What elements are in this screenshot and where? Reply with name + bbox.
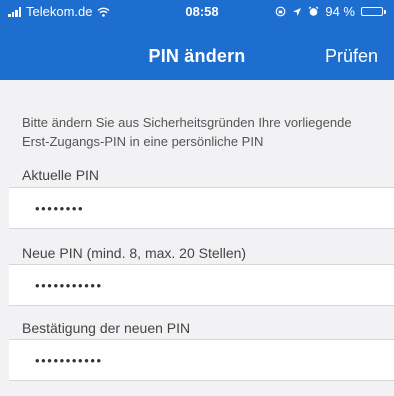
new-pin-field[interactable]: ••••••••••• bbox=[9, 264, 394, 306]
battery-percent: 94 % bbox=[325, 4, 355, 19]
battery-icon bbox=[361, 7, 386, 16]
confirm-pin-label: Bestätigung der neuen PIN bbox=[22, 320, 191, 336]
status-right: 94 % bbox=[275, 4, 386, 19]
confirm-pin-value: ••••••••••• bbox=[35, 353, 103, 368]
app-header: Telekom.de 08:58 94 % PIN ändern Prüfen bbox=[0, 0, 394, 80]
alarm-icon bbox=[308, 6, 319, 17]
confirm-pin-field[interactable]: ••••••••••• bbox=[9, 339, 394, 381]
location-icon bbox=[292, 7, 302, 17]
current-pin-label: Aktuelle PIN bbox=[22, 167, 100, 183]
new-pin-label: Neue PIN (mind. 8, max. 20 Stellen) bbox=[22, 245, 247, 261]
lock-rotation-icon bbox=[275, 6, 286, 17]
check-button[interactable]: Prüfen bbox=[325, 46, 378, 67]
current-pin-field[interactable]: •••••••• bbox=[9, 187, 394, 229]
new-pin-value: ••••••••••• bbox=[35, 278, 103, 293]
status-bar: Telekom.de 08:58 94 % bbox=[0, 0, 394, 22]
intro-text: Bitte ändern Sie aus Sicherheitsgründen … bbox=[22, 115, 352, 149]
current-pin-value: •••••••• bbox=[35, 201, 85, 216]
